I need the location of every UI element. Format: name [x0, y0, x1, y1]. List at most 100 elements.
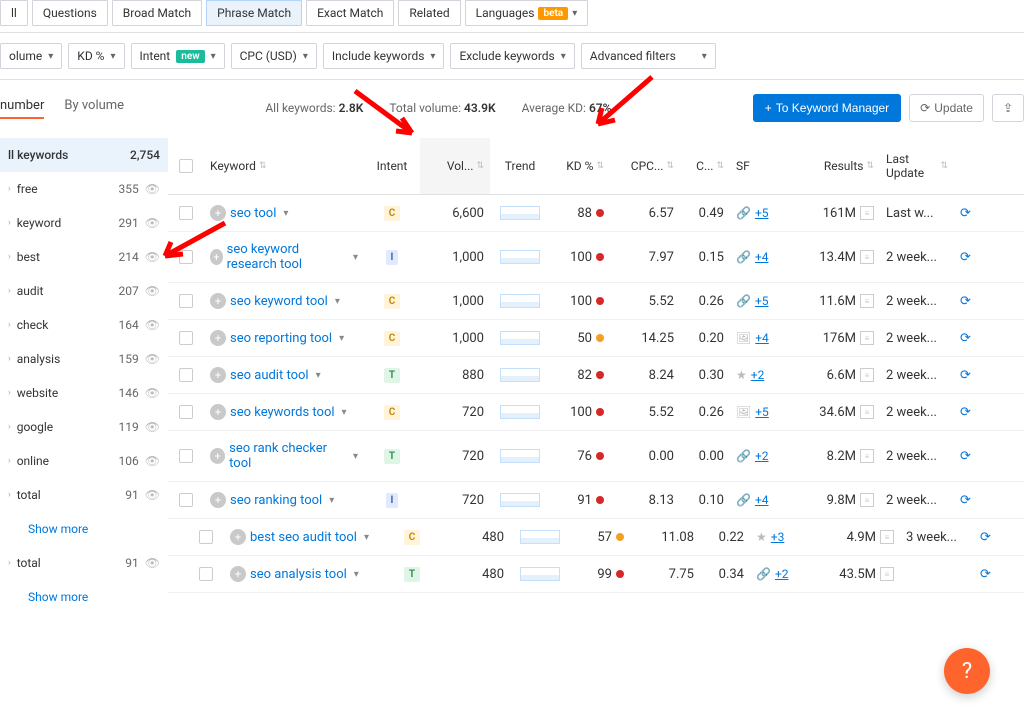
keyword-link[interactable]: seo keywords tool [230, 405, 335, 420]
serp-icon[interactable]: ≡ [860, 250, 874, 264]
keyword-link[interactable]: best seo audit tool [250, 530, 357, 545]
sidebar-item[interactable]: ›audit207👁 [0, 274, 168, 308]
chevron-down-icon[interactable]: ▾ [329, 495, 334, 506]
row-checkbox[interactable] [179, 294, 193, 308]
keyword-link[interactable]: seo tool [230, 206, 276, 221]
refresh-row-icon[interactable]: ⟳ [960, 331, 971, 346]
tab-related[interactable]: Related [398, 0, 460, 26]
sidebar-item[interactable]: ›free355👁 [0, 172, 168, 206]
serp-feature-count[interactable]: +5 [755, 405, 769, 419]
add-icon[interactable]: + [210, 404, 226, 420]
row-checkbox[interactable] [179, 331, 193, 345]
chevron-down-icon[interactable]: ▾ [353, 451, 358, 462]
tab-by-number[interactable]: number [0, 98, 44, 119]
add-icon[interactable]: + [230, 529, 246, 545]
select-all-checkbox[interactable] [179, 159, 193, 173]
sidebar-item[interactable]: ›best214👁 [0, 240, 168, 274]
serp-icon[interactable]: ≡ [860, 368, 874, 382]
refresh-row-icon[interactable]: ⟳ [960, 250, 971, 265]
serp-feature-count[interactable]: +2 [751, 368, 765, 382]
col-results[interactable]: Results⇅ [800, 138, 880, 194]
refresh-row-icon[interactable]: ⟳ [980, 530, 991, 545]
tab-questions[interactable]: Questions [32, 0, 108, 26]
add-icon[interactable]: + [210, 492, 226, 508]
serp-icon[interactable]: ≡ [860, 206, 874, 220]
tab-all[interactable]: ll [0, 0, 28, 26]
serp-feature-count[interactable]: +5 [755, 206, 769, 220]
serp-icon[interactable]: ≡ [880, 567, 894, 581]
add-icon[interactable]: + [210, 205, 226, 221]
serp-feature-count[interactable]: +4 [755, 250, 769, 264]
filter-intent[interactable]: Intentnew▾ [131, 43, 225, 69]
row-checkbox[interactable] [179, 449, 193, 463]
sidebar-item[interactable]: ›online106👁 [0, 444, 168, 478]
refresh-row-icon[interactable]: ⟳ [960, 206, 971, 221]
sidebar-item[interactable]: ›total91👁 [0, 478, 168, 512]
chevron-down-icon[interactable]: ▾ [353, 252, 358, 263]
sidebar-item[interactable]: ›website146👁 [0, 376, 168, 410]
sidebar-header[interactable]: ll keywords 2,754 [0, 138, 168, 172]
row-checkbox[interactable] [179, 405, 193, 419]
col-sf[interactable]: SF [730, 138, 800, 194]
add-icon[interactable]: + [210, 249, 223, 265]
chevron-down-icon[interactable]: ▾ [335, 296, 340, 307]
chevron-down-icon[interactable]: ▾ [339, 333, 344, 344]
add-icon[interactable]: + [210, 448, 225, 464]
tab-exact-match[interactable]: Exact Match [306, 0, 394, 26]
row-checkbox[interactable] [179, 250, 193, 264]
refresh-row-icon[interactable]: ⟳ [960, 405, 971, 420]
serp-feature-count[interactable]: +3 [771, 530, 785, 544]
refresh-row-icon[interactable]: ⟳ [960, 294, 971, 309]
col-cpc[interactable]: CPC...⇅ [610, 138, 680, 194]
chevron-down-icon[interactable]: ▾ [364, 532, 369, 543]
add-icon[interactable]: + [230, 566, 246, 582]
chevron-down-icon[interactable]: ▾ [283, 208, 288, 219]
tab-by-volume[interactable]: By volume [64, 98, 124, 119]
col-volume[interactable]: Vol...⇅ [420, 138, 490, 194]
refresh-row-icon[interactable]: ⟳ [960, 493, 971, 508]
row-checkbox[interactable] [199, 530, 213, 544]
col-last-update[interactable]: Last Update⇅ [880, 138, 954, 194]
update-button[interactable]: ⟳Update [909, 94, 984, 122]
row-checkbox[interactable] [179, 368, 193, 382]
add-icon[interactable]: + [210, 293, 226, 309]
export-button[interactable]: ⇪ [992, 94, 1024, 122]
serp-icon[interactable]: ≡ [860, 405, 874, 419]
sidebar-total-row[interactable]: › total 91 👁 [0, 546, 168, 580]
to-keyword-manager-button[interactable]: +To Keyword Manager [753, 94, 901, 122]
row-checkbox[interactable] [179, 206, 193, 220]
row-checkbox[interactable] [179, 493, 193, 507]
keyword-link[interactable]: seo keyword research tool [227, 242, 346, 272]
filter-volume[interactable]: olume▾ [0, 43, 62, 69]
refresh-row-icon[interactable]: ⟳ [960, 368, 971, 383]
help-button[interactable]: ? [944, 648, 990, 694]
col-kd[interactable]: KD %⇅ [550, 138, 610, 194]
filter-kd[interactable]: KD %▾ [68, 43, 124, 69]
filter-include[interactable]: Include keywords▾ [323, 43, 445, 69]
col-cd[interactable]: C...⇅ [680, 138, 730, 194]
filter-exclude[interactable]: Exclude keywords▾ [450, 43, 574, 69]
filter-cpc[interactable]: CPC (USD)▾ [231, 43, 317, 69]
serp-icon[interactable]: ≡ [860, 331, 874, 345]
keyword-link[interactable]: seo analysis tool [250, 567, 347, 582]
serp-feature-count[interactable]: +4 [755, 331, 769, 345]
add-icon[interactable]: + [210, 367, 226, 383]
chevron-down-icon[interactable]: ▾ [316, 370, 321, 381]
keyword-link[interactable]: seo rank checker tool [229, 441, 346, 471]
row-checkbox[interactable] [199, 567, 213, 581]
chevron-down-icon[interactable]: ▾ [354, 569, 359, 580]
col-intent[interactable]: Intent [364, 138, 420, 194]
show-more-link-2[interactable]: Show more [0, 580, 168, 614]
serp-feature-count[interactable]: +4 [755, 493, 769, 507]
sidebar-item[interactable]: ›analysis159👁 [0, 342, 168, 376]
tab-languages[interactable]: Languages beta ▾ [465, 0, 589, 26]
serp-icon[interactable]: ≡ [860, 294, 874, 308]
tab-broad-match[interactable]: Broad Match [112, 0, 202, 26]
chevron-down-icon[interactable]: ▾ [342, 407, 347, 418]
serp-feature-count[interactable]: +5 [755, 294, 769, 308]
show-more-link[interactable]: Show more [0, 512, 168, 546]
keyword-link[interactable]: seo audit tool [230, 368, 309, 383]
add-icon[interactable]: + [210, 330, 226, 346]
refresh-row-icon[interactable]: ⟳ [960, 449, 971, 464]
col-keyword[interactable]: Keyword⇅ [204, 138, 364, 194]
